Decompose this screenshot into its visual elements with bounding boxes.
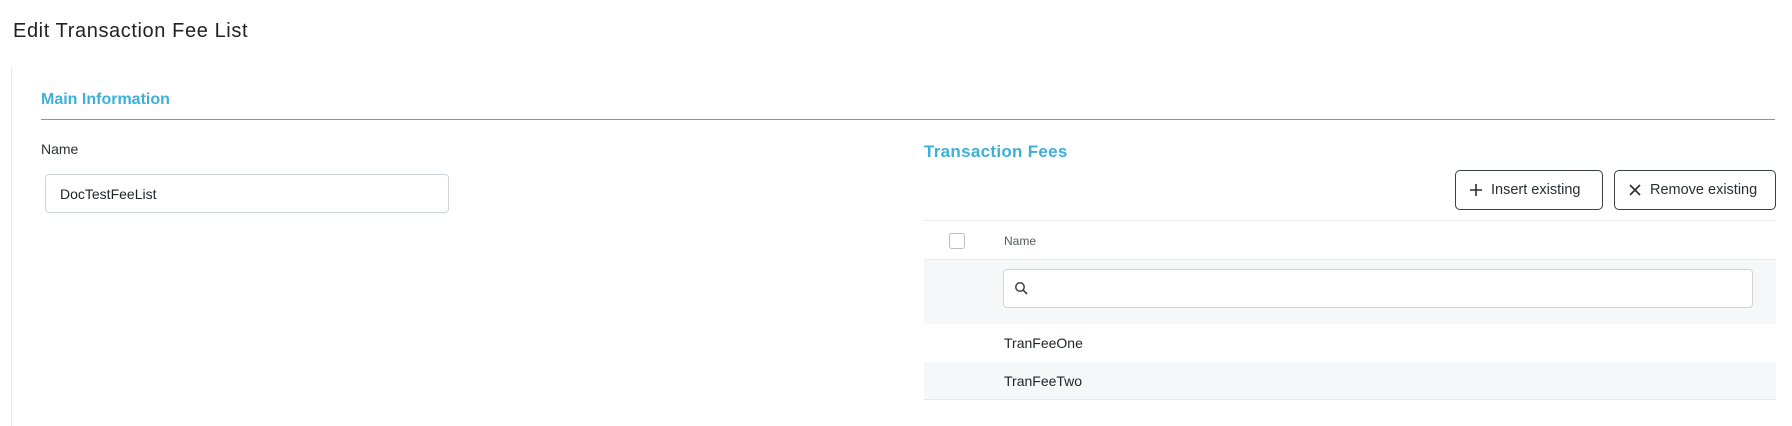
main-information-header: Main Information bbox=[41, 90, 1775, 120]
search-icon bbox=[1014, 281, 1029, 296]
name-field-label: Name bbox=[41, 141, 79, 157]
name-filter-input[interactable] bbox=[1003, 269, 1753, 308]
transaction-fees-grid: Name TranFeeOne TranFeeTwo bbox=[924, 220, 1776, 400]
transaction-fees-title: Transaction Fees bbox=[924, 142, 1068, 161]
name-input[interactable] bbox=[45, 174, 449, 213]
row-name-cell: TranFeeOne bbox=[1004, 335, 1083, 351]
filter-row bbox=[924, 260, 1776, 324]
page-title: Edit Transaction Fee List bbox=[13, 20, 249, 42]
insert-existing-button[interactable]: Insert existing bbox=[1455, 170, 1603, 210]
table-row[interactable]: TranFeeTwo bbox=[924, 362, 1776, 400]
table-row[interactable]: TranFeeOne bbox=[924, 324, 1776, 362]
remove-existing-label: Remove existing bbox=[1650, 182, 1758, 198]
grid-header-row: Name bbox=[924, 220, 1776, 260]
edit-form-panel: Main Information Name Transaction Fees I… bbox=[11, 68, 1792, 426]
column-header-name[interactable]: Name bbox=[1004, 234, 1036, 248]
insert-existing-label: Insert existing bbox=[1491, 182, 1581, 198]
remove-existing-button[interactable]: Remove existing bbox=[1614, 170, 1776, 210]
section-title: Main Information bbox=[41, 91, 170, 108]
close-icon bbox=[1628, 183, 1642, 197]
row-name-cell: TranFeeTwo bbox=[1004, 373, 1083, 389]
select-all-checkbox[interactable] bbox=[949, 233, 965, 249]
plus-icon bbox=[1469, 183, 1483, 197]
